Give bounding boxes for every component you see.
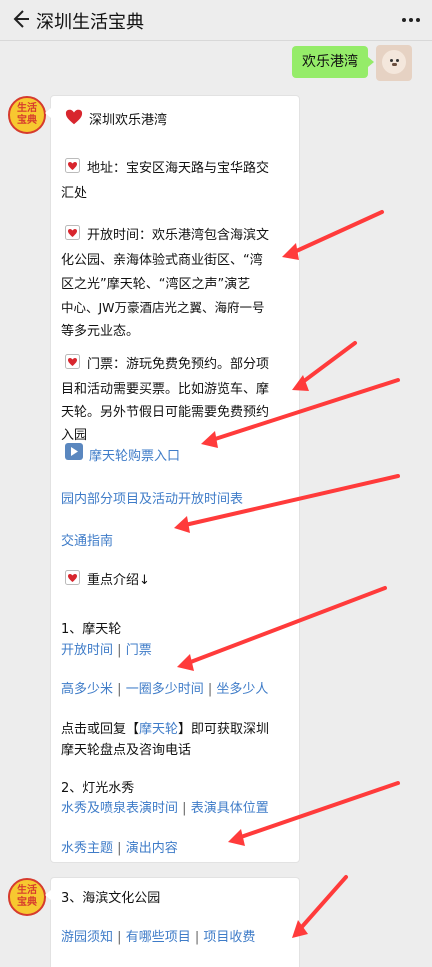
divider: | [207,682,213,697]
reply-text-a: 点击或回复【 [61,722,140,737]
show-theme-link[interactable]: 水秀主题 [61,841,113,856]
address-line-2: 汇处 [61,186,88,201]
park-links-row: 游园须知 | 有哪些项目 | 项目收费 [61,926,255,945]
divider: | [194,930,200,945]
section-2-title: 2、灯光水秀 [61,781,135,796]
park-notice-link[interactable]: 游园须知 [61,930,113,945]
bot-avatar[interactable]: 生活 宝典 [8,878,46,916]
bot-avatar-text-bottom: 宝典 [17,897,37,908]
heart-card-icon [65,225,80,240]
ticket-line-2: 目和活动需要买票。比如游览车、摩 [61,382,270,397]
bot-avatar-text-top: 生活 [17,885,37,896]
ferris-links-row-2: 高多少米 | 一圈多少时间 | 坐多少人 [61,678,268,697]
play-icon [65,443,83,460]
divider: | [182,801,187,816]
bot-message-bubble-1: 深圳欢乐港湾 地址：宝安区海天路与宝华路交 汇处 开放时间：欢乐港湾包含海滨文 … [45,95,300,863]
user-avatar[interactable] [376,45,412,81]
schedule-link[interactable]: 园内部分项目及活动开放时间表 [61,488,243,507]
show-times-link[interactable]: 水秀及喷泉表演时间 [61,801,178,816]
reply-keyword-link[interactable]: 摩天轮 [139,722,178,737]
ticket-line-1: 门票：游玩免费免预约。部分项 [87,357,270,372]
park-fees-link[interactable]: 项目收费 [203,930,255,945]
heart-card-icon [65,570,80,585]
ferris-links-row-1: 开放时间 | 门票 [61,639,152,658]
red-arrow-2 [292,341,357,391]
heart-card-icon [65,158,80,173]
hours-line-5: 等多元业态。 [61,324,140,339]
show-location-link[interactable]: 表演具体位置 [191,801,269,816]
ticket-line-4: 入园 [61,428,88,443]
heart-icon [65,109,83,125]
ferris-wheel-ticket-link[interactable]: 摩天轮购票入口 [89,445,180,464]
heart-card-icon [65,354,80,369]
show-links-row-1: 水秀及喷泉表演时间 | 表演具体位置 [61,797,269,816]
bot-avatar-text-bottom: 宝典 [17,115,37,126]
reply-text-c: 】即可获取深圳 [178,722,270,737]
back-arrow-icon[interactable] [8,7,32,31]
ferris-height-link[interactable]: 高多少米 [61,682,113,697]
top-bar: 深圳生活宝典 [0,0,432,41]
more-options-icon[interactable] [400,10,422,28]
hours-line-1: 开放时间：欢乐港湾包含海滨文 [87,228,270,243]
divider: | [117,682,122,697]
ticket-line-3: 天轮。另外节假日可能需要免费预约 [61,405,270,420]
show-links-row-2: 水秀主题 | 演出内容 [61,837,178,856]
bot-avatar[interactable]: 生活 宝典 [8,96,46,134]
chat-title: 深圳生活宝典 [36,12,144,33]
highlights-title: 重点介绍↓ [87,573,150,588]
hours-line-3: 区之光”摩天轮、“湾区之声”演艺 [61,277,251,292]
hours-line-2: 化公园、亲海体验式商业街区、“湾 [61,253,263,268]
red-arrow-7 [292,875,348,938]
bot-message-bubble-2: 3、海滨文化公园 游园须知 | 有哪些项目 | 项目收费 [45,877,300,967]
ferris-hours-link[interactable]: 开放时间 [61,643,113,658]
user-message-bubble[interactable]: 欢乐港湾 [292,46,374,78]
message-title: 深圳欢乐港湾 [89,113,168,128]
ferris-capacity-link[interactable]: 坐多少人 [216,682,268,697]
divider: | [117,841,122,856]
park-projects-link[interactable]: 有哪些项目 [126,930,191,945]
divider: | [117,643,122,658]
reply-line-2: 摩天轮盘点及咨询电话 [61,743,192,758]
hours-line-4: 中心、JW万豪酒店光之翼、海府一号 [61,300,265,315]
address-line-1: 地址：宝安区海天路与宝华路交 [87,161,270,176]
reply-line-1: 点击或回复【摩天轮】即可获取深圳 [61,718,269,737]
divider: | [117,930,122,945]
section-1-title: 1、摩天轮 [61,622,122,637]
transport-guide-link[interactable]: 交通指南 [61,530,113,549]
show-content-link[interactable]: 演出内容 [126,841,178,856]
ferris-ticket-link[interactable]: 门票 [126,643,152,658]
bot-avatar-text-top: 生活 [17,103,37,114]
ferris-duration-link[interactable]: 一圈多少时间 [126,682,204,697]
section-3-title: 3、海滨文化公园 [61,891,161,906]
